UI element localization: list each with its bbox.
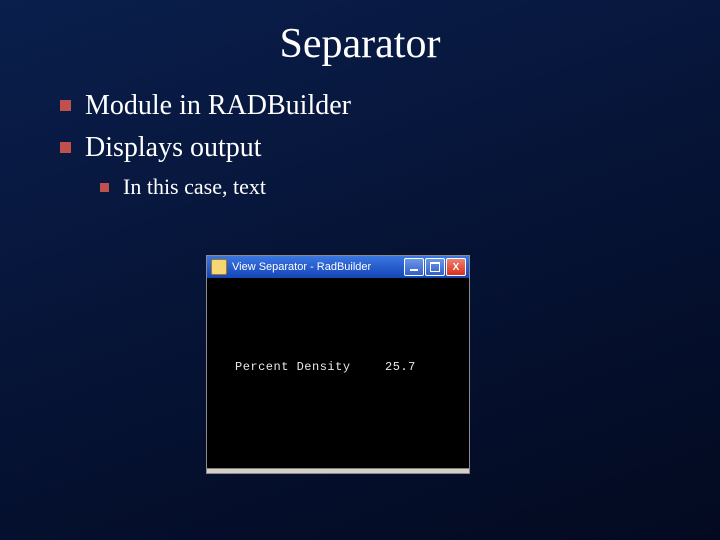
maximize-button[interactable] [425, 258, 445, 276]
window-client-area: Percent Density 25.7 [207, 278, 469, 468]
close-icon: X [453, 262, 460, 273]
window-title: View Separator - RadBuilder [232, 261, 404, 273]
maximize-icon [430, 262, 440, 272]
bullet-text: Module in RADBuilder [85, 88, 351, 124]
statusbar [207, 468, 469, 473]
bullet-icon [60, 142, 71, 153]
minimize-button[interactable] [404, 258, 424, 276]
window-controls: X [404, 258, 466, 276]
bullet-icon [60, 100, 71, 111]
list-item: Displays output [60, 130, 720, 166]
slide: Separator Module in RADBuilder Displays … [0, 0, 720, 540]
slide-title: Separator [0, 0, 720, 78]
app-icon [211, 259, 227, 275]
minimize-icon [410, 269, 418, 271]
bullet-text: Displays output [85, 130, 262, 166]
list-item-sub: In this case, text [60, 173, 720, 202]
titlebar[interactable]: View Separator - RadBuilder X [207, 256, 469, 278]
list-item: Module in RADBuilder [60, 88, 720, 124]
app-window: View Separator - RadBuilder X Percent De… [206, 255, 470, 474]
output-value: 25.7 [385, 360, 416, 374]
bullet-list: Module in RADBuilder Displays output In … [0, 78, 720, 201]
bullet-text: In this case, text [123, 173, 266, 202]
close-button[interactable]: X [446, 258, 466, 276]
bullet-icon [100, 183, 109, 192]
output-label: Percent Density [235, 360, 351, 374]
